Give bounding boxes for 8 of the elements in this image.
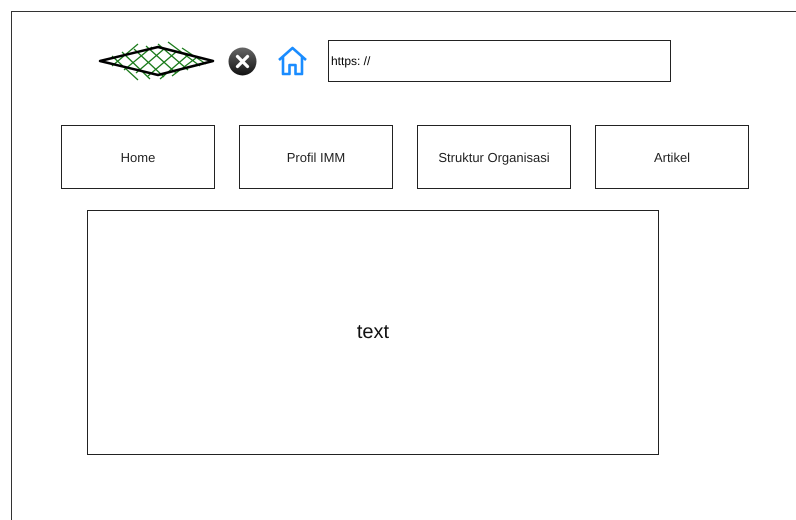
content-text: text: [356, 321, 390, 344]
nav-button[interactable]: Struktur Organisasi: [417, 125, 571, 189]
nav-button[interactable]: Home: [61, 125, 215, 189]
nav-button[interactable]: Profil IMM: [239, 125, 393, 189]
nav-button[interactable]: Artikel: [595, 125, 749, 189]
address-field[interactable]: https: //: [328, 40, 671, 82]
home-icon[interactable]: [277, 46, 308, 76]
close-icon[interactable]: [228, 46, 257, 76]
